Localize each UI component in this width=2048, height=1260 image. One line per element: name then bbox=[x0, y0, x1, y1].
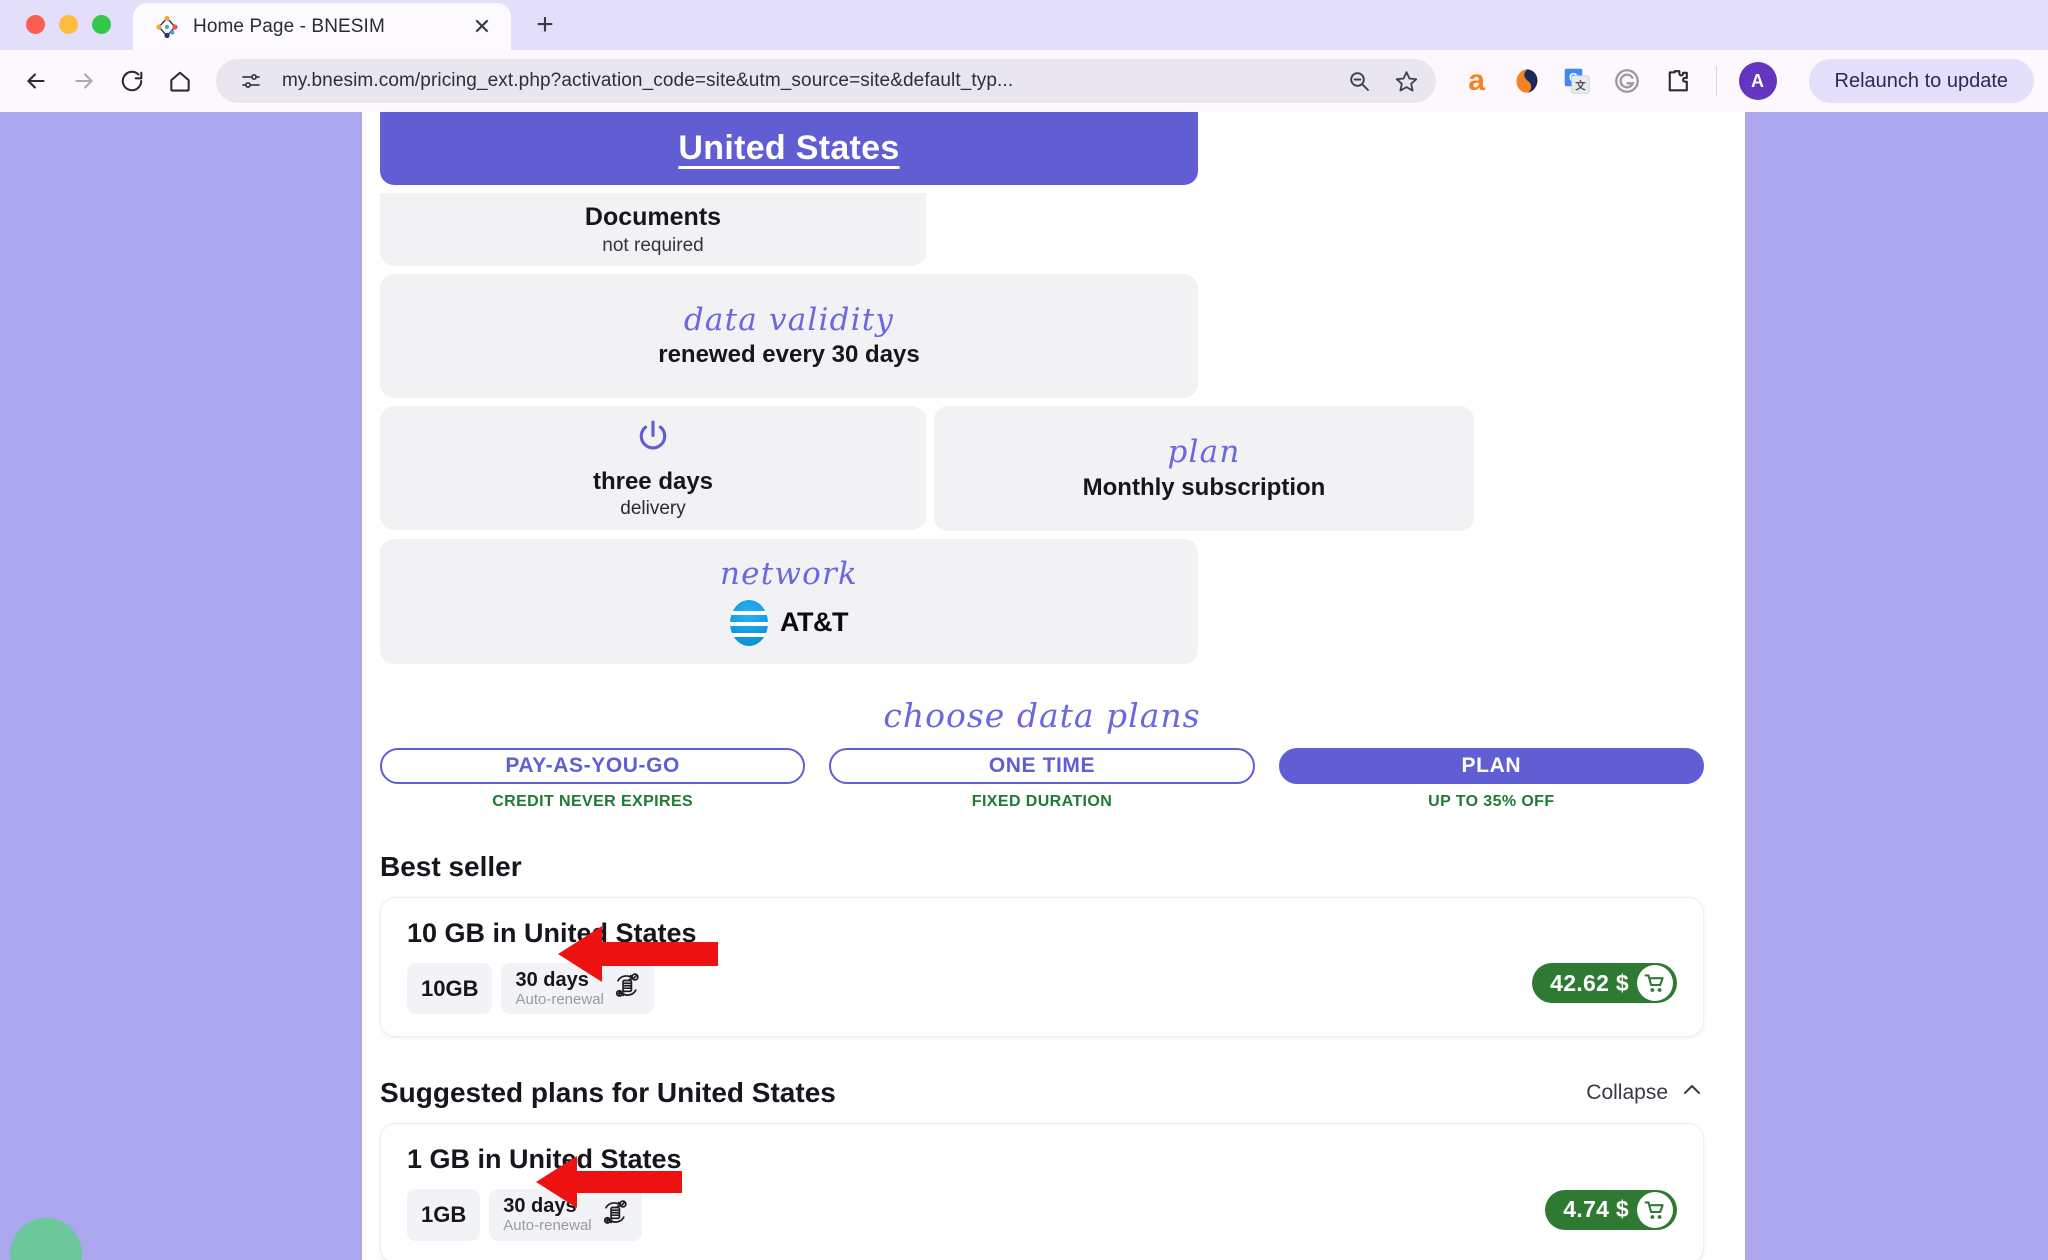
browser-toolbar: my.bnesim.com/pricing_ext.php?activation… bbox=[0, 50, 2048, 112]
grammar-extension-icon[interactable] bbox=[1510, 64, 1544, 98]
tab-plan-sub: UP TO 35% OFF bbox=[1428, 793, 1555, 811]
google-translate-icon[interactable]: G 文 bbox=[1560, 64, 1594, 98]
collapse-button[interactable]: Collapse bbox=[1586, 1078, 1704, 1108]
reload-icon[interactable] bbox=[110, 59, 154, 103]
tab-pay-as-you-go-label[interactable]: PAY-AS-YOU-GO bbox=[380, 748, 806, 785]
cart-icon[interactable] bbox=[1637, 1191, 1673, 1228]
documents-title: Documents bbox=[584, 202, 722, 231]
plan-type-label: plan bbox=[1167, 434, 1241, 471]
plan-duration: 30 days bbox=[503, 1195, 577, 1218]
tab-one-time-label[interactable]: ONE TIME bbox=[829, 748, 1255, 785]
auto-renewal-icon bbox=[612, 971, 642, 1006]
tab-plan-label[interactable]: PLAN bbox=[1278, 748, 1704, 785]
plan-type-tabs: PAY-AS-YOU-GO CREDIT NEVER EXPIRES ONE T… bbox=[380, 748, 1704, 811]
close-window-button[interactable] bbox=[26, 15, 45, 34]
carrier-row: AT&T bbox=[730, 599, 848, 646]
suggested-plans-header: Suggested plans for United States Collap… bbox=[380, 1077, 1704, 1109]
browser-window: Home Page - BNESIM ✕ + my.bnesim.com/pri… bbox=[0, 0, 2048, 1260]
documents-subtitle: not required bbox=[602, 234, 704, 256]
plan-chips: 10GB 30 days Auto-renewal bbox=[407, 963, 697, 1015]
chevron-up-icon[interactable] bbox=[1680, 1078, 1704, 1108]
carrier-name: AT&T bbox=[780, 607, 848, 638]
address-bar[interactable]: my.bnesim.com/pricing_ext.php?activation… bbox=[216, 59, 1436, 103]
destination-country-card[interactable]: United States bbox=[380, 112, 1198, 185]
plan-type-card: plan Monthly subscription bbox=[934, 406, 1474, 531]
collapse-label: Collapse bbox=[1586, 1081, 1668, 1105]
close-icon[interactable]: ✕ bbox=[469, 14, 495, 40]
svg-text:文: 文 bbox=[1574, 79, 1586, 92]
best-seller-title: Best seller bbox=[380, 851, 522, 883]
best-seller-header: Best seller bbox=[380, 851, 1704, 883]
plan-name: 1 GB in United States bbox=[407, 1144, 682, 1175]
documents-card: Documents not required bbox=[380, 193, 926, 266]
cart-icon[interactable] bbox=[1637, 965, 1673, 1002]
plan-type-value: Monthly subscription bbox=[1082, 473, 1326, 501]
network-label: network bbox=[720, 556, 858, 593]
att-globe-icon bbox=[730, 599, 768, 646]
tab-one-time[interactable]: ONE TIME FIXED DURATION bbox=[829, 748, 1255, 811]
grammarly-icon[interactable] bbox=[1610, 64, 1644, 98]
tab-one-time-sub: FIXED DURATION bbox=[971, 793, 1113, 811]
power-icon bbox=[634, 417, 672, 460]
plan-price-button[interactable]: 42.62 $ bbox=[1532, 963, 1677, 1004]
zoom-out-icon[interactable] bbox=[1342, 64, 1376, 98]
url-text[interactable]: my.bnesim.com/pricing_ext.php?activation… bbox=[282, 70, 1328, 92]
data-validity-label: data validity bbox=[683, 301, 895, 338]
browser-tab[interactable]: Home Page - BNESIM ✕ bbox=[133, 3, 511, 50]
plan-renewal: Auto-renewal bbox=[503, 1216, 592, 1234]
tab-strip: Home Page - BNESIM ✕ + bbox=[0, 0, 2048, 50]
plan-duration-chip: 30 days Auto-renewal bbox=[489, 1189, 642, 1241]
relaunch-to-update-button[interactable]: Relaunch to update bbox=[1808, 59, 2034, 103]
plan-size-chip: 10GB bbox=[407, 963, 493, 1015]
plan-renewal: Auto-renewal bbox=[515, 990, 604, 1008]
auto-renewal-icon bbox=[600, 1198, 630, 1233]
network-card: network AT&T bbox=[380, 539, 1198, 664]
tune-icon[interactable] bbox=[234, 64, 268, 98]
back-arrow-icon[interactable] bbox=[14, 59, 58, 103]
data-validity-value: renewed every 30 days bbox=[658, 341, 920, 369]
minimize-window-button[interactable] bbox=[59, 15, 78, 34]
profile-avatar[interactable]: A bbox=[1738, 62, 1777, 100]
toolbar-divider bbox=[1715, 66, 1717, 96]
chat-support-button[interactable] bbox=[10, 1218, 82, 1260]
tab-pay-as-you-go[interactable]: PAY-AS-YOU-GO CREDIT NEVER EXPIRES bbox=[380, 748, 806, 811]
maximize-window-button[interactable] bbox=[92, 15, 111, 34]
new-tab-button[interactable]: + bbox=[525, 5, 565, 45]
country-name[interactable]: United States bbox=[678, 129, 899, 168]
tab-pay-as-you-go-sub: CREDIT NEVER EXPIRES bbox=[492, 793, 694, 811]
tab-plan[interactable]: PLAN UP TO 35% OFF bbox=[1278, 748, 1704, 811]
star-icon[interactable] bbox=[1390, 64, 1424, 98]
plan-details: 10 GB in United States 10GB 30 days Auto… bbox=[407, 918, 697, 1015]
home-icon[interactable] bbox=[158, 59, 202, 103]
extensions-puzzle-icon[interactable] bbox=[1660, 64, 1694, 98]
page-content: United States Documents not required dat… bbox=[362, 112, 1745, 1260]
page-viewport: United States Documents not required dat… bbox=[0, 112, 2048, 1260]
plan-price-button[interactable]: 4.74 $ bbox=[1545, 1189, 1677, 1230]
tab-title: Home Page - BNESIM bbox=[193, 15, 385, 37]
plan-details: 1 GB in United States 1GB 30 days Auto-r… bbox=[407, 1144, 682, 1241]
plan-row-10gb[interactable]: 10 GB in United States 10GB 30 days Auto… bbox=[380, 897, 1704, 1038]
plan-duration-chip: 30 days Auto-renewal bbox=[501, 963, 654, 1015]
choose-data-plans-section: choose data plans PAY-AS-YOU-GO CREDIT N… bbox=[380, 696, 1704, 811]
plan-price: 42.62 $ bbox=[1550, 969, 1629, 996]
delivery-value: three days bbox=[592, 467, 714, 495]
plan-size-chip: 1GB bbox=[407, 1189, 481, 1241]
plan-name: 10 GB in United States bbox=[407, 918, 697, 949]
plan-info-grid: United States Documents not required dat… bbox=[380, 112, 1704, 664]
delivery-card: three days delivery bbox=[380, 406, 926, 530]
extension-toolbar: a G 文 bbox=[1450, 59, 2034, 103]
data-validity-card: data validity renewed every 30 days bbox=[380, 274, 1198, 398]
choose-data-plans-title: choose data plans bbox=[883, 696, 1201, 735]
plan-chips: 1GB 30 days Auto-renewal bbox=[407, 1189, 682, 1241]
bnesim-logo-icon bbox=[155, 15, 179, 39]
plan-price: 4.74 $ bbox=[1563, 1196, 1629, 1223]
plan-duration: 30 days bbox=[515, 969, 589, 992]
delivery-subtitle: delivery bbox=[620, 497, 686, 519]
window-controls bbox=[0, 15, 133, 50]
adblock-extension-icon[interactable]: a bbox=[1460, 64, 1494, 98]
forward-arrow-icon[interactable] bbox=[62, 59, 106, 103]
suggested-plans-title: Suggested plans for United States bbox=[380, 1077, 836, 1109]
plan-row-1gb[interactable]: 1 GB in United States 1GB 30 days Auto-r… bbox=[380, 1123, 1704, 1260]
